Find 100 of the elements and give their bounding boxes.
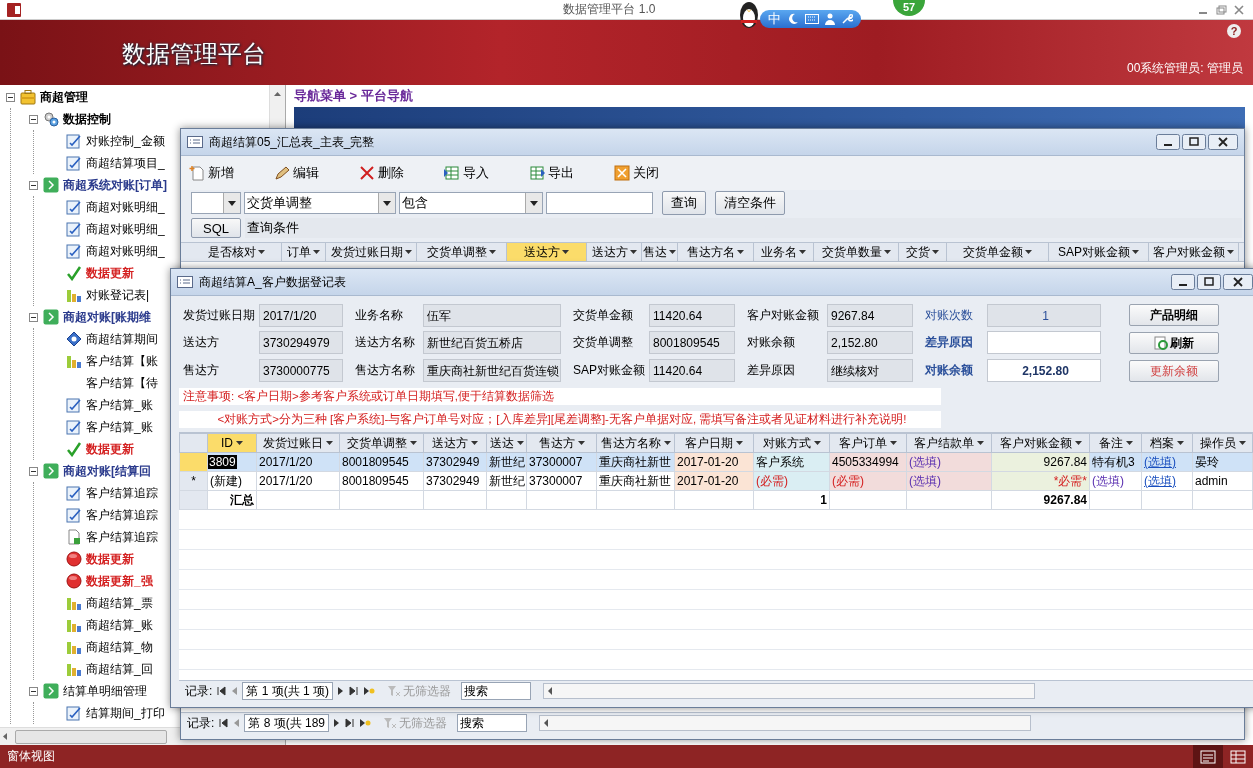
moon-icon[interactable] — [787, 13, 799, 25]
tree-item[interactable]: 数据更新 — [86, 441, 134, 457]
input-field[interactable]: 3730294979 — [259, 331, 343, 355]
tree-item[interactable]: 商超结算项目_ — [86, 155, 165, 171]
column-header[interactable]: 售达方 — [526, 433, 597, 453]
input-field[interactable]: 2,152.80 — [827, 331, 913, 355]
search-field[interactable]: 搜索 — [457, 714, 528, 732]
column-header[interactable]: 客户结款单 — [906, 433, 992, 453]
first-record-icon[interactable] — [216, 686, 227, 696]
collapse-icon[interactable] — [29, 466, 38, 476]
column-header[interactable]: 发货过账日期 — [326, 243, 417, 261]
column-header[interactable]: 发货过账日 — [256, 433, 340, 453]
column-header[interactable]: 客户对账金额 — [1149, 243, 1239, 261]
column-header[interactable]: 交货单金额 — [947, 243, 1049, 261]
close-icon[interactable] — [1208, 134, 1238, 150]
record-position-field[interactable]: 第 8 项(共 189 — [244, 714, 330, 732]
column-header[interactable]: 售达方名 — [678, 243, 754, 261]
select-all-cell[interactable] — [179, 433, 208, 453]
tree-item[interactable]: 数据更新 — [86, 551, 134, 567]
tree-item[interactable]: 商超对账明细_ — [86, 199, 165, 215]
collapse-icon[interactable] — [29, 312, 38, 322]
column-header[interactable]: 操作员 — [1192, 433, 1253, 453]
query-field[interactable]: 查询条件 — [245, 218, 1242, 238]
keyboard-icon[interactable] — [805, 14, 819, 24]
filter-button[interactable]: 清空条件 — [715, 191, 785, 215]
tree-item[interactable]: 数据更新_强 — [86, 573, 153, 589]
column-header[interactable]: 客户订单 — [829, 433, 907, 453]
tree-item[interactable]: 对账控制_金额 — [86, 133, 165, 149]
column-header[interactable]: 交货单调整 — [339, 433, 424, 453]
horizontal-scrollbar[interactable] — [539, 715, 1032, 731]
dropdown-field[interactable] — [191, 192, 241, 214]
column-header[interactable]: 备注 — [1089, 433, 1142, 453]
new-record-icon[interactable] — [363, 686, 376, 696]
toolbar-button[interactable]: 删除 — [359, 161, 444, 185]
input-field[interactable]: 重庆商社新世纪百货连锁 — [423, 358, 561, 382]
column-header[interactable]: 订单 — [282, 243, 326, 261]
column-header[interactable]: 档案 — [1141, 433, 1193, 453]
close-icon[interactable] — [1223, 274, 1253, 290]
tree-item[interactable]: 客户结算_账 — [86, 419, 153, 435]
tree-item[interactable]: 结算单明细管理 — [63, 683, 147, 699]
column-header[interactable]: 客户日期 — [674, 433, 754, 453]
tree-item[interactable]: 客户结算_账 — [86, 397, 153, 413]
input-field[interactable]: 2,152.80 — [987, 358, 1101, 382]
tree-item[interactable]: 商超结算_回 — [86, 661, 153, 677]
tree-item[interactable]: 客户结算追踪 — [86, 529, 158, 545]
table-cell[interactable]: (选填) — [1141, 471, 1193, 491]
tree-item[interactable]: 商超管理 — [40, 89, 88, 105]
input-field[interactable]: 8001809545 — [649, 331, 735, 355]
tree-item[interactable]: 商超结算_票 — [86, 595, 153, 611]
scroll-up-arrow-icon[interactable] — [273, 89, 282, 98]
form-button[interactable]: 更新余额 — [1129, 360, 1219, 382]
filter-button[interactable]: 查询 — [662, 191, 706, 215]
dropdown-field[interactable]: 交货单调整 — [244, 192, 396, 214]
toolbar-button[interactable]: 导出 — [529, 161, 614, 185]
column-header[interactable]: 对账方式 — [753, 433, 830, 453]
tree-item[interactable]: 客户结算追踪 — [86, 485, 158, 501]
collapse-icon[interactable] — [29, 686, 38, 696]
collapse-icon[interactable] — [6, 92, 15, 102]
collapse-icon[interactable] — [29, 180, 38, 190]
form-view-button[interactable] — [1193, 745, 1223, 768]
toolbar-button[interactable]: 新增 — [189, 161, 274, 185]
maximize-icon[interactable] — [1197, 274, 1221, 290]
scrollbar-thumb[interactable] — [15, 729, 167, 744]
column-header[interactable]: 交货 — [899, 243, 947, 261]
breadcrumb[interactable]: 导航菜单 > 平台导航 — [294, 87, 1245, 105]
input-field[interactable] — [987, 331, 1101, 355]
tree-item[interactable]: 客户结算【待 — [86, 375, 158, 391]
column-header[interactable]: 送达方 — [507, 243, 587, 261]
last-record-icon[interactable] — [349, 686, 360, 696]
input-field[interactable]: 新世纪百货五桥店 — [423, 331, 561, 355]
first-record-icon[interactable] — [218, 718, 229, 728]
input-field[interactable]: 11420.64 — [649, 304, 735, 328]
tree-item[interactable]: 商超结算_账 — [86, 617, 153, 633]
tree-item[interactable]: 商超系统对账[订单] — [63, 177, 167, 193]
column-header[interactable]: 送达方 — [587, 243, 642, 261]
input-field[interactable]: 2017/1/20 — [259, 304, 343, 328]
column-header[interactable]: 售达 — [642, 243, 678, 261]
scroll-left-arrow-icon[interactable] — [0, 732, 9, 741]
tree-item[interactable]: 商超结算_物 — [86, 639, 153, 655]
column-header[interactable]: 是否核对 — [191, 243, 282, 261]
horizontal-scrollbar[interactable] — [543, 683, 1036, 699]
tree-item[interactable]: 商超结算期间 — [86, 331, 158, 347]
column-header[interactable]: 客户对账金额 — [991, 433, 1090, 453]
column-header[interactable]: 售达方名称 — [596, 433, 675, 453]
tree-item[interactable]: 商超对账明细_ — [86, 243, 165, 259]
column-header[interactable]: 业务名 — [754, 243, 814, 261]
toolbar-button[interactable]: 导入 — [444, 161, 529, 185]
input-field[interactable]: 3730000775 — [259, 358, 343, 382]
wrench-icon[interactable] — [841, 13, 853, 25]
input-field[interactable]: 1 — [987, 304, 1101, 328]
minimize-icon[interactable] — [1171, 274, 1195, 290]
new-record-icon[interactable] — [359, 718, 372, 728]
column-header[interactable]: 交货单数量 — [814, 243, 899, 261]
input-field[interactable]: 继续核对 — [827, 358, 913, 382]
input-field[interactable]: 9267.84 — [827, 304, 913, 328]
collapse-icon[interactable] — [29, 114, 38, 124]
person-icon[interactable] — [825, 13, 835, 25]
minimize-icon[interactable] — [1156, 134, 1180, 150]
tree-item[interactable]: 客户结算追踪 — [86, 507, 158, 523]
last-record-icon[interactable] — [345, 718, 356, 728]
